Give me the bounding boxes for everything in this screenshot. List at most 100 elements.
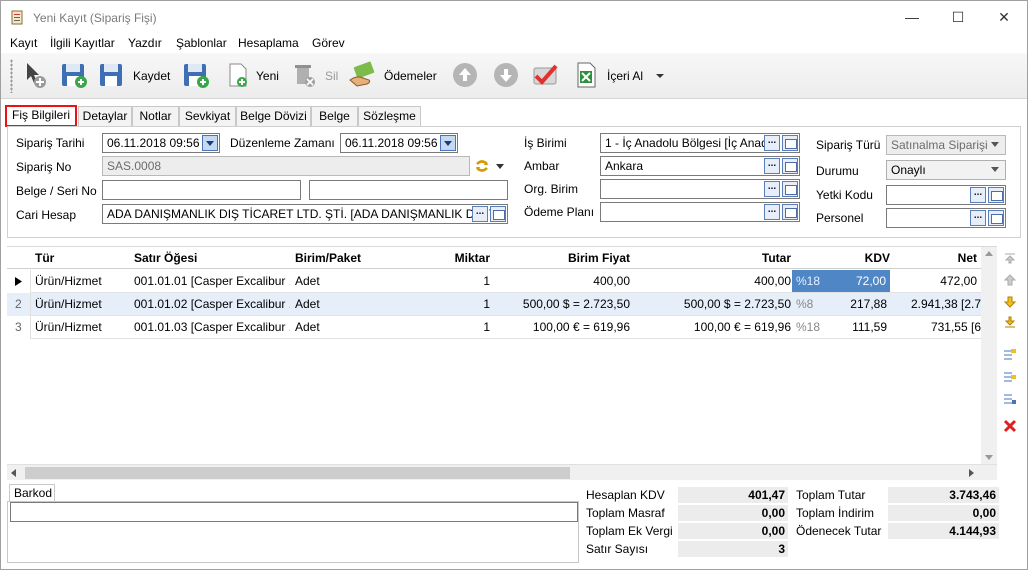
new-document-icon[interactable] [223, 60, 253, 90]
duzenleme-zamani-field[interactable]: 06.11.2018 09:56 [340, 133, 458, 153]
move-down-icon[interactable] [1003, 295, 1017, 309]
cell-tur[interactable]: Ürün/Hizmet [35, 274, 102, 288]
move-bottom-icon[interactable] [1003, 315, 1017, 329]
new-cursor-icon[interactable] [21, 60, 51, 90]
row-indicator[interactable]: 2 [7, 293, 31, 316]
scroll-left-icon[interactable] [11, 469, 16, 477]
list-icon[interactable] [782, 181, 798, 197]
payments-button[interactable]: Ödemeler [384, 69, 437, 83]
col-miktar-header[interactable]: Miktar [427, 251, 490, 265]
close-button[interactable]: ✕ [981, 5, 1027, 29]
list-icon[interactable] [988, 210, 1004, 226]
import-dropdown-icon[interactable] [655, 73, 665, 79]
cell-tutar[interactable]: 500,00 $ = 2.723,50 [635, 297, 791, 311]
grid-horizontal-scrollbar[interactable] [7, 464, 997, 480]
chevron-down-icon[interactable] [991, 167, 999, 172]
save-new-icon[interactable] [59, 60, 89, 90]
table-row[interactable]: 3 Ürün/Hizmet 001.01.03 [Casper Excalibu… [7, 316, 997, 339]
row-indicator[interactable] [7, 270, 31, 293]
arrow-up-icon[interactable] [450, 60, 480, 90]
barkod-tab[interactable]: Barkod [9, 484, 55, 502]
tab-belge-dovizi[interactable]: Belge Dövizi [236, 106, 311, 126]
table-row[interactable]: 2 Ürün/Hizmet 001.01.02 [Casper Excalibu… [7, 293, 997, 316]
ellipsis-icon[interactable]: ... [764, 181, 780, 197]
cell-birim-fiyat[interactable]: 400,00 [497, 274, 630, 288]
list-icon[interactable] [782, 135, 798, 151]
delete-row-icon[interactable] [1003, 419, 1017, 433]
cell-miktar[interactable]: 1 [427, 320, 490, 334]
menu-kayit[interactable]: Kayıt [10, 36, 37, 50]
chevron-down-icon[interactable] [202, 135, 218, 151]
belge-no-field[interactable] [102, 180, 301, 200]
cell-birim[interactable]: Adet [295, 320, 320, 334]
cell-tur[interactable]: Ürün/Hizmet [35, 320, 102, 334]
grid-vertical-scrollbar[interactable] [981, 247, 997, 465]
list-icon[interactable] [490, 206, 506, 222]
col-birim-fiyat-header[interactable]: Birim Fiyat [497, 251, 630, 265]
cell-satir-ogesi[interactable]: 001.01.03 [Casper Excalibur ... [134, 320, 290, 334]
number-dropdown-icon[interactable] [496, 164, 504, 169]
ellipsis-icon[interactable]: ... [970, 187, 986, 203]
copy-row-icon[interactable] [1003, 391, 1017, 405]
approve-icon[interactable] [530, 60, 560, 90]
import-icon[interactable] [571, 60, 601, 90]
minimize-button[interactable]: — [889, 5, 935, 29]
col-tutar-header[interactable]: Tutar [635, 251, 791, 265]
cell-satir-ogesi[interactable]: 001.01.01 [Casper Excalibur ... [134, 274, 290, 288]
list-icon[interactable] [988, 187, 1004, 203]
list-icon[interactable] [782, 204, 798, 220]
move-top-icon[interactable] [1003, 251, 1017, 265]
cell-miktar[interactable]: 1 [427, 274, 490, 288]
toolbar-grip[interactable] [10, 59, 13, 93]
col-kdv-header[interactable]: KDV [793, 251, 890, 265]
save-icon[interactable] [97, 60, 127, 90]
ellipsis-icon[interactable]: ... [472, 206, 488, 222]
save-plus-icon[interactable] [181, 60, 211, 90]
cell-birim-fiyat[interactable]: 100,00 € = 619,96 [497, 320, 630, 334]
cell-birim[interactable]: Adet [295, 297, 320, 311]
tab-notlar[interactable]: Notlar [132, 106, 179, 126]
yetki-kodu-field[interactable]: ... [886, 185, 1006, 205]
new-button[interactable]: Yeni [256, 69, 279, 83]
row-indicator[interactable]: 3 [7, 316, 31, 339]
menu-sablonlar[interactable]: Şablonlar [176, 36, 227, 50]
barkod-input[interactable] [10, 502, 578, 522]
org-birim-field[interactable]: ... [600, 179, 800, 199]
scroll-right-icon[interactable] [969, 469, 974, 477]
cell-satir-ogesi[interactable]: 001.01.02 [Casper Excalibur ... [134, 297, 290, 311]
cell-miktar[interactable]: 1 [427, 297, 490, 311]
import-button[interactable]: İçeri Al [607, 69, 643, 83]
ellipsis-icon[interactable]: ... [764, 204, 780, 220]
cell-birim[interactable]: Adet [295, 274, 320, 288]
cell-net[interactable]: 731,55 [6 [893, 320, 981, 334]
cell-birim-fiyat[interactable]: 500,00 $ = 2.723,50 [497, 297, 630, 311]
menu-hesaplama[interactable]: Hesaplama [238, 36, 299, 50]
col-tur-header[interactable]: Tür [35, 251, 54, 265]
cell-net[interactable]: 2.941,38 [2.7 [893, 297, 981, 311]
table-row[interactable]: Ürün/Hizmet 001.01.01 [Casper Excalibur … [7, 270, 997, 293]
add-row-icon[interactable] [1003, 369, 1017, 383]
list-icon[interactable] [782, 158, 798, 174]
col-net-header[interactable]: Net [893, 251, 977, 265]
durumu-select[interactable]: Onaylı [886, 160, 1006, 180]
odeme-plani-field[interactable]: ... [600, 202, 800, 222]
siparis-tarihi-field[interactable]: 06.11.2018 09:56 [102, 133, 220, 153]
ellipsis-icon[interactable]: ... [764, 158, 780, 174]
menu-yazdir[interactable]: Yazdır [128, 36, 162, 50]
cell-tutar[interactable]: 400,00 [635, 274, 791, 288]
scroll-down-icon[interactable] [985, 455, 993, 460]
col-satir-ogesi-header[interactable]: Satır Öğesi [134, 251, 197, 265]
ambar-field[interactable]: Ankara ... [600, 156, 800, 176]
cell-tutar[interactable]: 100,00 € = 619,96 [635, 320, 791, 334]
cell-kdv[interactable]: 111,59 [793, 320, 887, 334]
move-up-icon[interactable] [1003, 273, 1017, 287]
payments-icon[interactable] [347, 60, 377, 90]
tab-belge[interactable]: Belge [311, 106, 358, 126]
refresh-number-icon[interactable] [474, 158, 490, 174]
is-birimi-field[interactable]: 1 - İç Anadolu Bölgesi [İç Anad ... [600, 133, 800, 153]
kdv-highlight[interactable]: %18 72,00 [792, 270, 890, 292]
seri-no-field[interactable] [309, 180, 508, 200]
tab-detaylar[interactable]: Detaylar [78, 106, 132, 126]
personel-field[interactable]: ... [886, 208, 1006, 228]
arrow-down-icon[interactable] [491, 60, 521, 90]
